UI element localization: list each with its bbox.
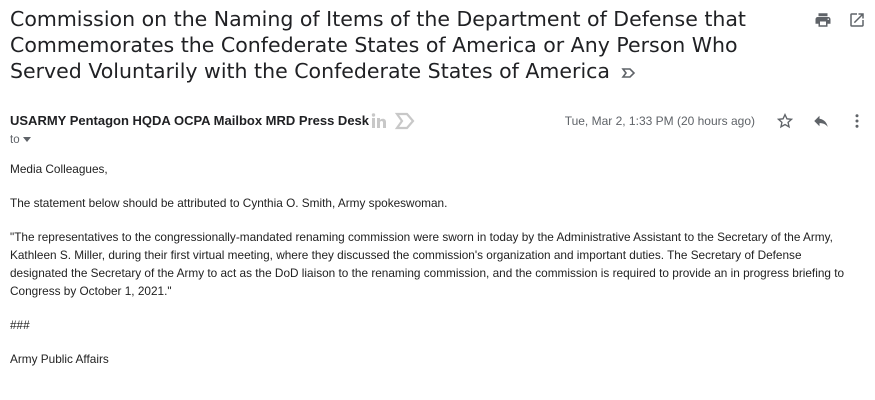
message-body: Media Colleagues, The statement below sh… bbox=[10, 160, 860, 384]
star-icon[interactable] bbox=[775, 111, 795, 131]
caret-down-icon bbox=[22, 134, 31, 146]
more-vert-icon[interactable] bbox=[847, 111, 867, 131]
message-date[interactable]: Tue, Mar 2, 1:33 PM (20 hours ago) bbox=[565, 114, 755, 128]
message-actions bbox=[775, 111, 867, 131]
open-in-new-window-icon[interactable] bbox=[847, 10, 867, 30]
to-label: to bbox=[10, 134, 20, 146]
message-header: USARMY Pentagon HQDA OCPA Mailbox MRD Pr… bbox=[10, 111, 867, 133]
sender-name[interactable]: USARMY Pentagon HQDA OCPA Mailbox MRD Pr… bbox=[10, 113, 369, 128]
importance-marker-icon[interactable] bbox=[620, 59, 637, 85]
statement-text: "The representatives to the congressiona… bbox=[10, 230, 845, 298]
separator-text: ### bbox=[10, 318, 30, 332]
reply-icon[interactable] bbox=[811, 111, 831, 131]
linkedin-icon[interactable] bbox=[370, 112, 388, 135]
subject-heading: Commission on the Naming of Items of the… bbox=[10, 6, 800, 85]
signature-text: Army Public Affairs bbox=[10, 352, 109, 366]
greeting-text: Media Colleagues, bbox=[10, 162, 108, 176]
sender-badges bbox=[370, 111, 416, 136]
printer-icon[interactable] bbox=[813, 10, 833, 30]
thread-actions bbox=[813, 10, 867, 30]
importance-marker-icon[interactable] bbox=[394, 111, 416, 136]
attribution-text: The statement below should be attributed… bbox=[10, 196, 448, 210]
recipients-toggle[interactable]: to bbox=[10, 134, 31, 146]
